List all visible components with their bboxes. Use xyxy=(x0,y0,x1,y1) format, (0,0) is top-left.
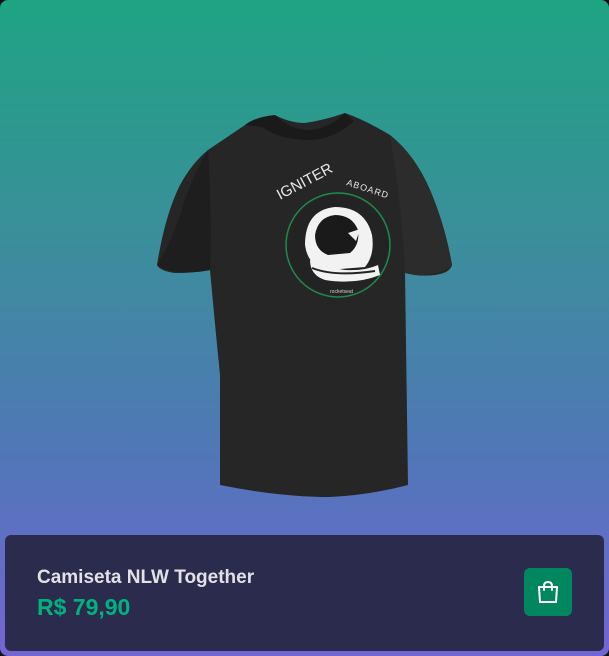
tshirt-image: IGNITER ABOARD rocketseat xyxy=(157,113,452,497)
print-brand: rocketseat xyxy=(330,289,354,295)
product-price: R$ 79,90 xyxy=(37,594,131,620)
product-name: Camiseta NLW Together xyxy=(37,567,255,588)
product-footer: Camiseta NLW Together R$ 79,90 xyxy=(5,535,604,651)
add-to-cart-button[interactable] xyxy=(524,568,572,616)
product-card[interactable]: IGNITER ABOARD rocketseat Camiseta NLW T… xyxy=(0,0,609,656)
shopping-bag-icon xyxy=(538,580,558,603)
